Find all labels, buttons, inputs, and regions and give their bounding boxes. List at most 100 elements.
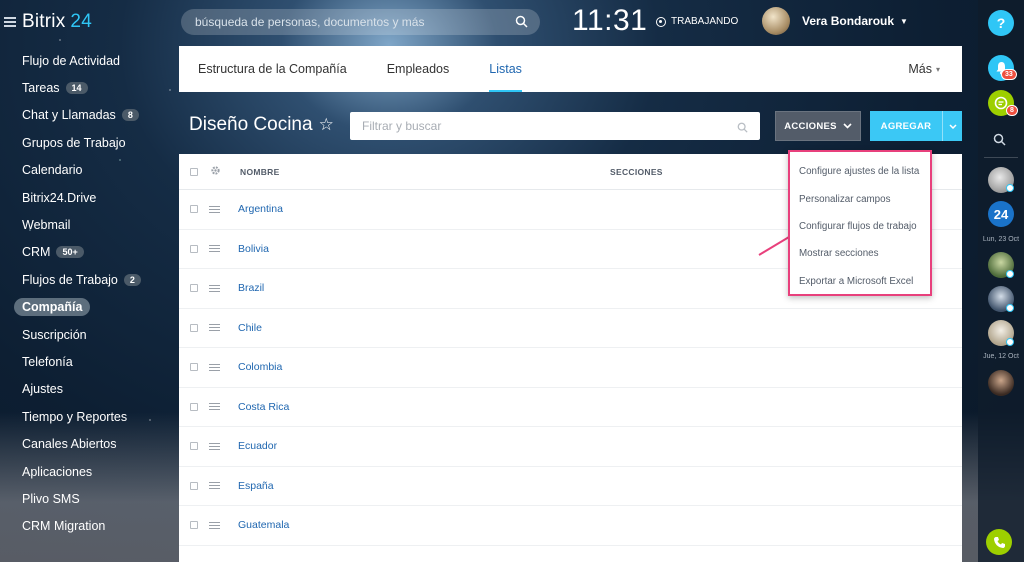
search-icon[interactable] — [515, 15, 528, 33]
app-logo[interactable]: Bitrix 24 — [22, 11, 92, 33]
row-checkbox[interactable] — [190, 442, 198, 451]
tab-estructura[interactable]: Estructura de la Compañía — [198, 46, 347, 92]
row-checkbox[interactable] — [190, 402, 198, 411]
help-icon: ? — [996, 15, 1006, 31]
work-status[interactable]: TRABAJANDO — [656, 16, 738, 27]
logo-name: Bitrix — [22, 11, 66, 32]
sidebar-item[interactable]: Canales Abiertos — [14, 430, 174, 457]
user-name: Vera Bondarouk — [802, 14, 895, 28]
actions-button[interactable]: ACCIONES — [775, 111, 861, 141]
row-name-link[interactable]: Argentina — [238, 203, 283, 215]
drag-handle-icon[interactable] — [209, 403, 220, 411]
tab-more[interactable]: Más ▾ — [908, 46, 940, 92]
select-all-checkbox[interactable] — [190, 167, 198, 176]
sidebar-item[interactable]: Flujos de Trabajo 2 — [14, 266, 174, 293]
bitrix24-app-avatar[interactable]: 24 — [988, 201, 1014, 227]
tab-listas[interactable]: Listas — [489, 46, 522, 92]
row-checkbox[interactable] — [190, 205, 198, 214]
right-sidebar: ? 33 8 24 Lun, 23 Oct Jue, 12 Oct — [978, 0, 1024, 562]
sidebar-item[interactable]: Bitrix24.Drive — [14, 184, 174, 211]
sidebar-item[interactable]: Webmail — [14, 211, 174, 238]
row-checkbox[interactable] — [190, 521, 198, 530]
drag-handle-icon[interactable] — [209, 521, 220, 529]
help-button[interactable]: ? — [988, 10, 1014, 36]
actions-menu-item[interactable]: Configure ajustes de la lista — [790, 158, 930, 185]
chevron-down-icon — [843, 121, 852, 132]
drag-handle-icon[interactable] — [209, 442, 220, 450]
sidebar-item[interactable]: Tareas 14 — [14, 74, 174, 101]
sidebar-item[interactable]: Flujo de Actividad — [14, 47, 174, 74]
drag-handle-icon[interactable] — [209, 205, 220, 213]
table-row[interactable]: España — [179, 467, 962, 506]
sidebar-item-counter-badge: 2 — [123, 273, 141, 286]
row-name-link[interactable]: Ecuador — [238, 440, 277, 452]
clock[interactable]: 11:31 — [572, 4, 647, 38]
drag-handle-icon[interactable] — [209, 245, 220, 253]
sidebar-item-counter-badge: 14 — [65, 82, 88, 95]
row-name-link[interactable]: Chile — [238, 322, 262, 334]
global-search-input[interactable] — [195, 15, 505, 29]
chat-count-badge: 8 — [1006, 105, 1018, 116]
sidebar-item[interactable]: Ajustes — [14, 376, 174, 403]
online-indicator — [1006, 338, 1014, 346]
user-menu[interactable]: Vera Bondarouk ▼ — [762, 7, 908, 35]
row-name-link[interactable]: Guatemala — [238, 519, 289, 531]
global-search[interactable] — [181, 9, 540, 35]
sidebar-item[interactable]: CRM Migration — [14, 513, 174, 540]
sidebar-item[interactable]: Chat y Llamadas 8 — [14, 102, 174, 129]
sidebar-item[interactable]: Aplicaciones — [14, 458, 174, 485]
notifications-count-badge: 33 — [1001, 69, 1017, 80]
sidebar-item[interactable]: Calendario — [14, 157, 174, 184]
sidebar-item[interactable]: Tiempo y Reportes — [14, 403, 174, 430]
sidebar-item[interactable]: Plivo SMS — [14, 485, 174, 512]
contact-avatar[interactable] — [988, 370, 1014, 396]
table-row[interactable]: Ecuador — [179, 427, 962, 467]
actions-menu-item[interactable]: Configurar flujos de trabajo — [790, 213, 930, 240]
sidebar-item[interactable]: Compañía — [14, 294, 174, 321]
sidebar-item-counter-badge: 8 — [121, 109, 139, 122]
tab-empleados[interactable]: Empleados — [387, 46, 450, 92]
gear-icon[interactable] — [210, 165, 221, 178]
work-status-label: TRABAJANDO — [671, 16, 739, 27]
search-icon[interactable] — [993, 133, 1006, 151]
sidebar-item-label: Bitrix24.Drive — [22, 190, 97, 205]
table-row[interactable]: Chile — [179, 309, 962, 348]
column-header-name[interactable]: NOMBRE — [240, 167, 280, 177]
drag-handle-icon[interactable] — [209, 284, 220, 292]
search-icon[interactable] — [737, 120, 748, 138]
row-checkbox[interactable] — [190, 244, 198, 253]
filter-search[interactable] — [350, 112, 760, 140]
drag-handle-icon[interactable] — [209, 363, 220, 371]
row-name-link[interactable]: Bolivia — [238, 243, 269, 255]
sidebar-item[interactable]: Grupos de Trabajo — [14, 129, 174, 156]
actions-menu-item[interactable]: Exportar a Microsoft Excel — [790, 268, 930, 295]
sidebar-item[interactable]: Suscripción — [14, 321, 174, 348]
table-row[interactable]: Colombia — [179, 348, 962, 388]
star-icon[interactable]: ☆ — [319, 115, 334, 135]
column-header-sections[interactable]: SECCIONES — [610, 167, 663, 177]
add-options-chevron-icon[interactable] — [943, 123, 962, 129]
phone-button[interactable] — [986, 529, 1012, 555]
drag-handle-icon[interactable] — [209, 482, 220, 490]
sidebar-menu: Flujo de Actividad Tareas 14 Chat y Llamada… — [14, 47, 174, 540]
sidebar-item[interactable]: CRM 50+ — [14, 239, 174, 266]
row-name-link[interactable]: Costa Rica — [238, 401, 289, 413]
table-row[interactable]: Costa Rica — [179, 388, 962, 427]
actions-menu-item[interactable]: Personalizar campos — [790, 185, 930, 212]
row-checkbox[interactable] — [190, 284, 198, 293]
row-name-link[interactable]: España — [238, 480, 274, 492]
drag-handle-icon[interactable] — [209, 324, 220, 332]
filter-input[interactable] — [362, 119, 722, 133]
row-name-link[interactable]: Colombia — [238, 361, 282, 373]
row-checkbox[interactable] — [190, 481, 198, 490]
row-checkbox[interactable] — [190, 323, 198, 332]
tab-more-label: Más — [908, 62, 932, 76]
row-name-link[interactable]: Brazil — [238, 282, 264, 294]
sidebar-item[interactable]: Telefonía — [14, 348, 174, 375]
table-row[interactable]: Guatemala — [179, 506, 962, 546]
actions-menu-item[interactable]: Mostrar secciones — [790, 240, 930, 267]
user-avatar[interactable] — [762, 7, 790, 35]
row-checkbox[interactable] — [190, 363, 198, 372]
menu-toggle-icon[interactable] — [4, 17, 16, 27]
add-button[interactable]: AGREGAR — [870, 111, 962, 141]
